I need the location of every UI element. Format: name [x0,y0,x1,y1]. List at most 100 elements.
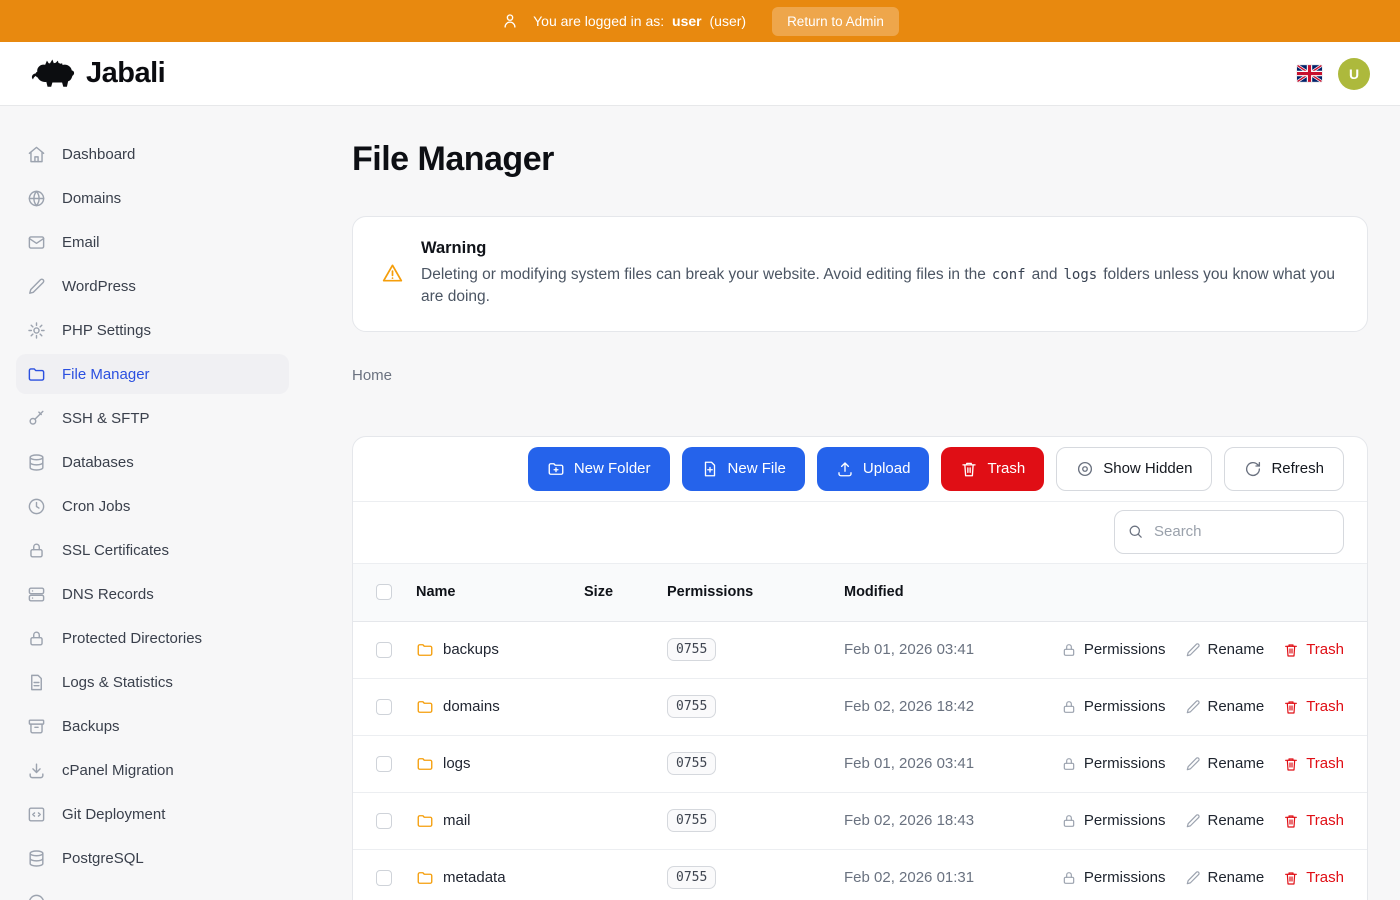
pencil-icon [27,277,46,296]
row-rename-button[interactable]: Rename [1185,869,1265,886]
search-input[interactable] [1114,510,1344,554]
sidebar-item-label: cPanel Migration [62,762,174,779]
sidebar-item-label: WordPress [62,278,136,295]
row-checkbox[interactable] [376,870,392,886]
row-permissions-button[interactable]: Permissions [1061,755,1166,772]
trash-icon [1283,642,1299,658]
file-plus-icon [701,460,719,478]
folder-icon [27,365,46,384]
sidebar-item-git-deployment[interactable]: Git Deployment [16,794,289,834]
table-body: backups 0755 Feb 01, 2026 03:41 Permissi… [353,622,1367,900]
table-row: metadata 0755 Feb 02, 2026 01:31 Permiss… [353,850,1367,900]
row-trash-button[interactable]: Trash [1283,698,1344,715]
row-rename-button[interactable]: Rename [1185,755,1265,772]
new-file-button[interactable]: New File [682,447,805,491]
sidebar-item-logs-statistics[interactable]: Logs & Statistics [16,662,289,702]
lock-icon [1061,870,1077,886]
sidebar-item-backups[interactable]: Backups [16,706,289,746]
column-name: Name [416,584,584,600]
sidebar-item-domains[interactable]: Domains [16,178,289,218]
row-trash-button[interactable]: Trash [1283,641,1344,658]
lock-icon [1061,813,1077,829]
code-logs: logs [1063,267,1097,283]
sidebar-item-cpanel-migration[interactable]: cPanel Migration [16,750,289,790]
permissions-badge: 0755 [667,695,716,718]
folder-icon [416,755,434,773]
sidebar-item-databases[interactable]: Databases [16,442,289,482]
sidebar-item-dns-records[interactable]: DNS Records [16,574,289,614]
sidebar-item-wordpress[interactable]: WordPress [16,266,289,306]
row-permissions-button[interactable]: Permissions [1061,812,1166,829]
sidebar-item-label: Logs & Statistics [62,674,173,691]
row-trash-button[interactable]: Trash [1283,869,1344,886]
warning-triangle-icon [381,262,404,285]
sidebar-item-label: Domains [62,190,121,207]
return-to-admin-button[interactable]: Return to Admin [772,7,899,36]
sidebar-item-label: DNS Records [62,586,154,603]
avatar[interactable]: U [1338,58,1370,90]
file-name[interactable]: metadata [443,869,506,886]
warning-alert: Warning Deleting or modifying system fil… [352,216,1368,332]
sidebar-item-postgresql[interactable]: PostgreSQL [16,838,289,878]
trash-icon [1283,699,1299,715]
database-icon [27,453,46,472]
warning-text: Deleting or modifying system files can b… [421,264,1339,309]
select-all-checkbox[interactable] [376,584,392,600]
brand-logo[interactable]: Jabali [30,57,165,91]
warning-title: Warning [421,239,1339,258]
sidebar-item-label: Git Deployment [62,806,165,823]
sidebar-item-ssh-sftp[interactable]: SSH & SFTP [16,398,289,438]
key-icon [27,409,46,428]
lock-icon [1061,642,1077,658]
row-permissions-button[interactable]: Permissions [1061,698,1166,715]
sidebar-item-protected-directories[interactable]: Protected Directories [16,618,289,658]
download-icon [27,761,46,780]
trash-icon [960,460,978,478]
sidebar-item-cron-jobs[interactable]: Cron Jobs [16,486,289,526]
sidebar-item-file-manager[interactable]: File Manager [16,354,289,394]
trash-button[interactable]: Trash [941,447,1044,491]
row-trash-button[interactable]: Trash [1283,755,1344,772]
sidebar-item-ssl-certificates[interactable]: SSL Certificates [16,530,289,570]
folder-icon [416,869,434,887]
permissions-badge: 0755 [667,752,716,775]
row-trash-button[interactable]: Trash [1283,812,1344,829]
sidebar-item-php-settings[interactable]: PHP Settings [16,310,289,350]
modified-date: Feb 01, 2026 03:41 [844,641,1061,658]
row-permissions-button[interactable]: Permissions [1061,641,1166,658]
banner-role: (user) [710,13,747,29]
upload-button[interactable]: Upload [817,447,930,491]
row-rename-button[interactable]: Rename [1185,698,1265,715]
row-checkbox[interactable] [376,699,392,715]
folder-icon [416,698,434,716]
trash-icon [1283,870,1299,886]
sidebar-item-dashboard[interactable]: Dashboard [16,134,289,174]
page-title: File Manager [352,140,1368,179]
sidebar-item-label: Backups [62,718,120,735]
row-checkbox[interactable] [376,756,392,772]
sidebar-item-item[interactable] [16,882,289,900]
pencil-icon [1185,642,1201,658]
sidebar-item-label: SSH & SFTP [62,410,150,427]
row-permissions-button[interactable]: Permissions [1061,869,1166,886]
breadcrumb[interactable]: Home [352,367,392,384]
row-checkbox[interactable] [376,813,392,829]
file-name[interactable]: logs [443,755,471,772]
file-name[interactable]: mail [443,812,471,829]
row-checkbox[interactable] [376,642,392,658]
sidebar-item-label: Protected Directories [62,630,202,647]
file-name[interactable]: domains [443,698,500,715]
new-folder-button[interactable]: New Folder [528,447,670,491]
row-rename-button[interactable]: Rename [1185,812,1265,829]
sidebar-item-label: PostgreSQL [62,850,144,867]
gear-icon [27,321,46,340]
sidebar-item-email[interactable]: Email [16,222,289,262]
row-rename-button[interactable]: Rename [1185,641,1265,658]
show-hidden-button[interactable]: Show Hidden [1056,447,1212,491]
refresh-button[interactable]: Refresh [1224,447,1344,491]
lock-icon [27,541,46,560]
lock-icon [1061,699,1077,715]
language-flag-icon[interactable] [1297,65,1322,82]
code-icon [27,805,46,824]
file-name[interactable]: backups [443,641,499,658]
